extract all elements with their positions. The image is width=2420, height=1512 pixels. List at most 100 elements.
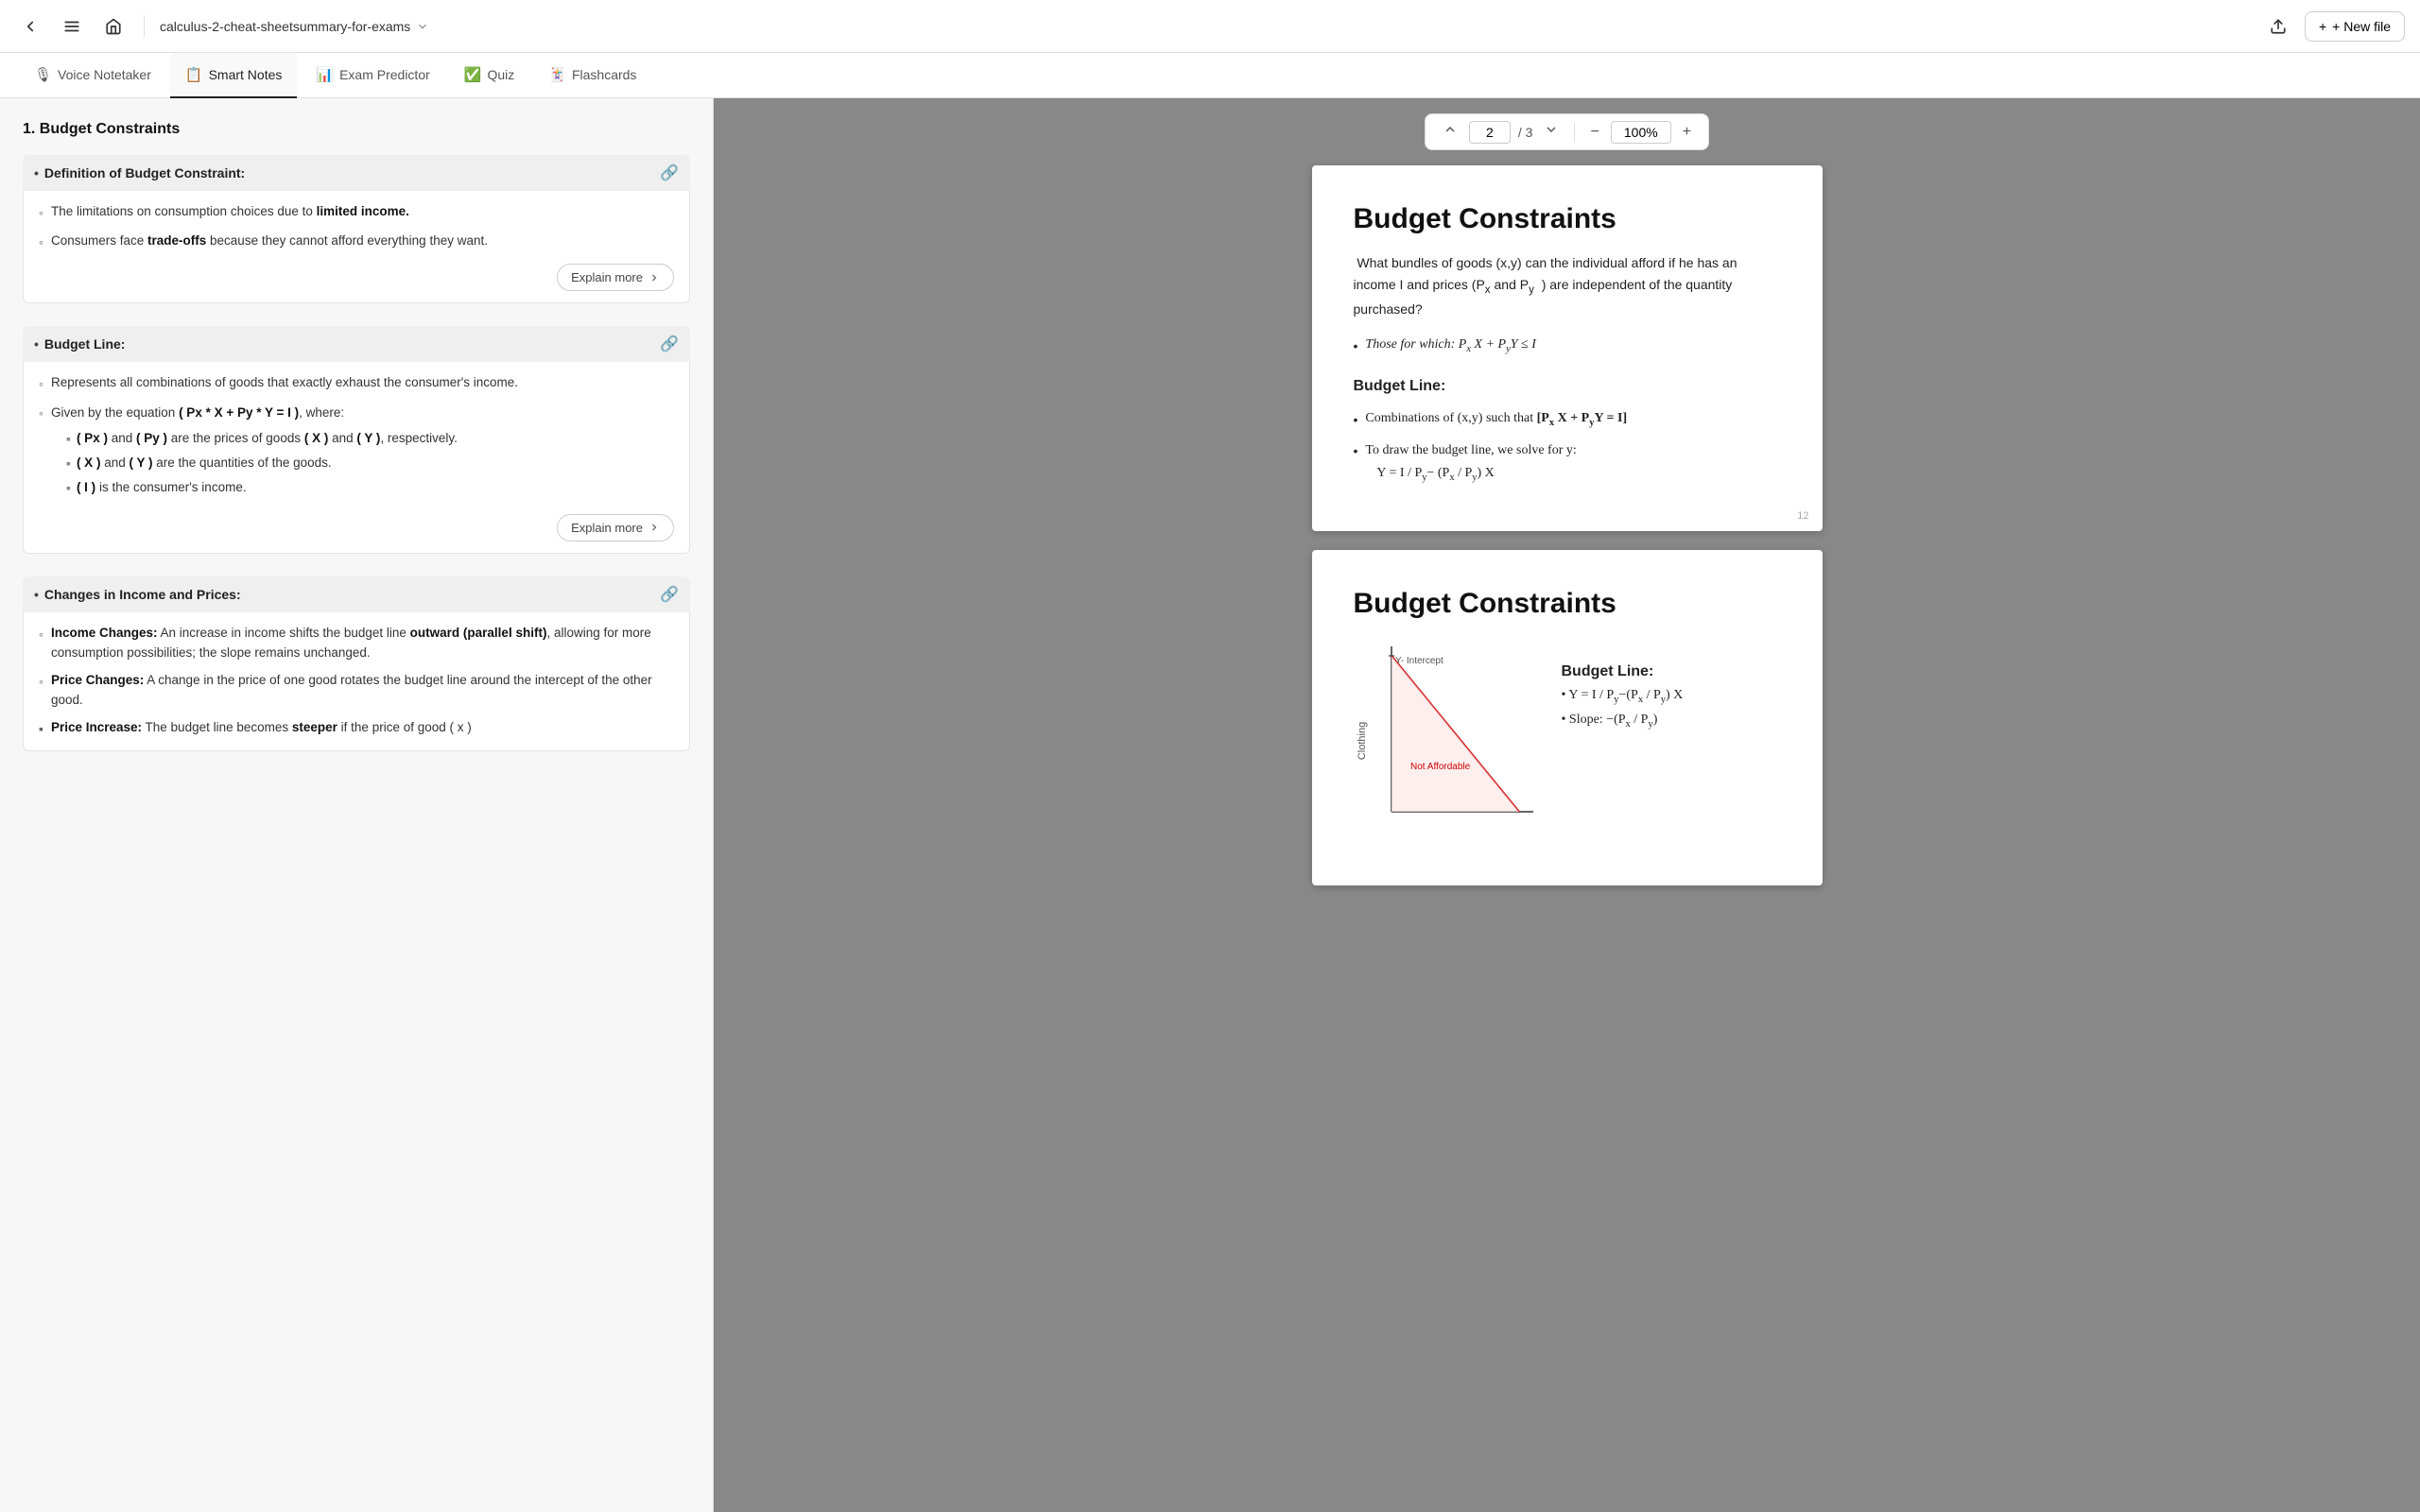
pdf-intro: What bundles of goods (x,y) can the indi… xyxy=(1354,252,1781,320)
bullet-icon-2: • xyxy=(34,336,39,352)
sub-item-bl-3: ▪ ( I ) is the consumer's income. xyxy=(66,478,458,498)
exam-predictor-icon: 📊 xyxy=(316,66,334,83)
tab-quiz-label: Quiz xyxy=(487,67,514,82)
quiz-icon: ✅ xyxy=(464,66,482,83)
note-title-changes: Changes in Income and Prices: xyxy=(44,587,241,602)
note-section-budget-line: • Budget Line: 🔗 ◦ Represents all combin… xyxy=(23,326,690,554)
note-section-definition: • Definition of Budget Constraint: 🔗 ◦ T… xyxy=(23,155,690,303)
tab-smart-notes[interactable]: 📋 Smart Notes xyxy=(170,53,298,98)
pdf-page-input[interactable] xyxy=(1469,121,1511,144)
pdf-prev-button[interactable] xyxy=(1439,120,1461,144)
note-body-changes: ◦ Income Changes: An increase in income … xyxy=(23,612,690,751)
tab-exam-predictor[interactable]: 📊 Exam Predictor xyxy=(301,53,444,98)
note-text-bl-1: Represents all combinations of goods tha… xyxy=(51,373,518,395)
budget-chart-svg: Clothing Y- Intercept Not Affordable xyxy=(1354,637,1543,845)
chevron-right-icon-2 xyxy=(648,522,660,533)
note-text-bl-2: Given by the equation ( Px * X + Py * Y … xyxy=(51,405,344,420)
tab-quiz[interactable]: ✅ Quiz xyxy=(449,53,529,98)
note-bullet-bl-1: ◦ xyxy=(39,374,43,395)
explain-more-label-2: Explain more xyxy=(571,521,643,535)
pdf-page2-heading: Budget Constraints xyxy=(1354,588,1781,620)
pdf-page1-body: What bundles of goods (x,y) can the indi… xyxy=(1354,252,1781,486)
breadcrumb-chevron[interactable] xyxy=(416,20,429,33)
sub-bullet-bl-2: ▪ xyxy=(66,454,71,473)
chevron-down-icon xyxy=(1544,122,1559,137)
note-section-changes: • Changes in Income and Prices: 🔗 ◦ Inco… xyxy=(23,576,690,751)
pdf-total-pages: / 3 xyxy=(1518,125,1533,140)
link-icon-definition[interactable]: 🔗 xyxy=(660,163,679,182)
back-button[interactable] xyxy=(15,11,45,42)
pdf-bullet-text-3: To draw the budget line, we solve for y:… xyxy=(1365,438,1576,486)
main-layout: 1. Budget Constraints • Definition of Bu… xyxy=(0,98,2420,1512)
note-item-1: ◦ The limitations on consumption choices… xyxy=(39,202,674,224)
note-bullet-2: ◦ xyxy=(39,232,43,253)
note-bullet-1: ◦ xyxy=(39,203,43,224)
pdf-formula-text-1: • Y = I / Py−(Px / Py) X xyxy=(1562,688,1684,705)
tab-voice[interactable]: 🎙 Voice Notetaker xyxy=(19,53,166,98)
note-item-ch-3: ▪ Price Increase: The budget line become… xyxy=(39,718,674,740)
note-header-budget-line: • Budget Line: 🔗 xyxy=(23,326,690,362)
pdf-bullet-dot-3: • xyxy=(1354,440,1358,486)
note-header-changes: • Changes in Income and Prices: 🔗 xyxy=(23,576,690,612)
note-header-left: • Definition of Budget Constraint: xyxy=(34,165,245,180)
flashcards-icon: 🃏 xyxy=(548,66,566,83)
pdf-next-button[interactable] xyxy=(1540,120,1563,144)
tabbar: 🎙 Voice Notetaker 📋 Smart Notes 📊 Exam P… xyxy=(0,53,2420,98)
pdf-toolbar: / 3 − + xyxy=(1425,113,1709,150)
note-item-2: ◦ Consumers face trade-offs because they… xyxy=(39,232,674,253)
notes-section-title: 1. Budget Constraints xyxy=(23,121,690,138)
pdf-zoom-in-button[interactable]: + xyxy=(1679,122,1695,143)
explain-more-button-2[interactable]: Explain more xyxy=(557,514,674,541)
note-text-1: The limitations on consumption choices d… xyxy=(51,202,409,224)
note-bullet-ch-2: ◦ xyxy=(39,672,43,711)
pdf-budget-line-title-2: Budget Line: xyxy=(1562,663,1781,680)
explain-more-button-1[interactable]: Explain more xyxy=(557,264,674,291)
sub-text-bl-3: ( I ) is the consumer's income. xyxy=(77,478,247,498)
chart-y-axis-label: Clothing xyxy=(1357,722,1368,760)
note-header-left-2: • Budget Line: xyxy=(34,336,125,352)
pdf-page2-content: Clothing Y- Intercept Not Affordable xyxy=(1354,637,1781,848)
note-item-bl-1: ◦ Represents all combinations of goods t… xyxy=(39,373,674,395)
sub-item-bl-1: ▪ ( Px ) and ( Py ) are the prices of go… xyxy=(66,429,458,449)
pdf-zoom-input[interactable] xyxy=(1611,121,1671,144)
pdf-formula-1: • Y = I / Py−(Px / Py) X xyxy=(1562,688,1781,705)
sub-item-bl-2: ▪ ( X ) and ( Y ) are the quantities of … xyxy=(66,454,458,473)
pdf-bullet-2: • Combinations of (x,y) such that [Px X … xyxy=(1354,407,1781,431)
pdf-bullet-1: • Those for which: Px X + PyY ≤ I xyxy=(1354,334,1781,357)
breadcrumb: calculus-2-cheat-sheetsummary-for-exams xyxy=(160,19,429,34)
new-file-plus: + xyxy=(2319,19,2326,34)
menu-button[interactable] xyxy=(57,11,87,42)
sub-list-bl: ▪ ( Px ) and ( Py ) are the prices of go… xyxy=(51,429,458,498)
home-button[interactable] xyxy=(98,11,129,42)
link-icon-changes[interactable]: 🔗 xyxy=(660,585,679,604)
pdf-page1-heading: Budget Constraints xyxy=(1354,203,1781,235)
note-header-left-3: • Changes in Income and Prices: xyxy=(34,587,241,602)
voice-icon: 🎙 xyxy=(34,66,52,83)
pdf-bullet-3: • To draw the budget line, we solve for … xyxy=(1354,438,1781,486)
note-header-definition: • Definition of Budget Constraint: 🔗 xyxy=(23,155,690,191)
pdf-zoom-out-button[interactable]: − xyxy=(1586,122,1602,143)
bullet-icon-3: • xyxy=(34,587,39,602)
note-body-budget-line: ◦ Represents all combinations of goods t… xyxy=(23,362,690,554)
sub-bullet-bl-3: ▪ xyxy=(66,478,71,498)
upload-button[interactable] xyxy=(2263,11,2293,42)
pdf-bullet-text-2: Combinations of (x,y) such that [Px X + … xyxy=(1365,407,1627,431)
note-text-ch-2: Price Changes: A change in the price of … xyxy=(51,671,674,711)
new-file-button[interactable]: + + New file xyxy=(2305,11,2405,42)
pdf-bullet-dot-2: • xyxy=(1354,409,1358,431)
tab-flashcards[interactable]: 🃏 Flashcards xyxy=(533,53,651,98)
filename-label: calculus-2-cheat-sheetsummary-for-exams xyxy=(160,19,410,34)
pdf-panel: / 3 − + Budget Constraints What bundles … xyxy=(714,98,2420,1512)
pdf-page2-formulas: Budget Line: • Y = I / Py−(Px / Py) X • … xyxy=(1562,637,1781,848)
notes-panel: 1. Budget Constraints • Definition of Bu… xyxy=(0,98,714,1512)
link-icon-budget-line[interactable]: 🔗 xyxy=(660,335,679,353)
explain-more-label-1: Explain more xyxy=(571,270,643,284)
note-body-definition: ◦ The limitations on consumption choices… xyxy=(23,191,690,303)
tab-flashcards-label: Flashcards xyxy=(572,67,636,82)
note-text-ch-3: Price Increase: The budget line becomes … xyxy=(51,718,472,740)
note-item-ch-2: ◦ Price Changes: A change in the price o… xyxy=(39,671,674,711)
note-bullet-ch-1: ◦ xyxy=(39,625,43,663)
chevron-right-icon-1 xyxy=(648,272,660,284)
note-item-bl-2: ◦ Given by the equation ( Px * X + Py * … xyxy=(39,403,674,503)
tab-exam-predictor-label: Exam Predictor xyxy=(339,67,430,82)
